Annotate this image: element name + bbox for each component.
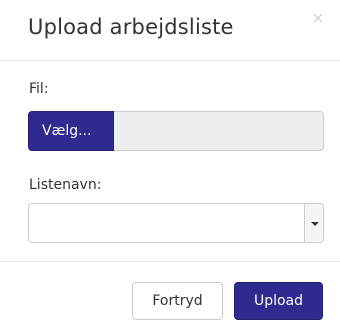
file-name-display: [114, 111, 324, 151]
close-button[interactable]: [310, 10, 326, 26]
dialog-header: Upload arbejdsliste: [0, 0, 340, 61]
list-name-dropdown-toggle[interactable]: [304, 203, 324, 243]
list-name-label: Listenavn:: [29, 177, 102, 193]
list-name-combobox: [28, 203, 324, 243]
file-picker: Vælg...: [28, 111, 324, 151]
dialog-title: Upload arbejdsliste: [28, 15, 234, 39]
dialog-footer: Fortryd Upload: [0, 261, 340, 320]
dialog-body: Fil: Vælg... Listenavn:: [0, 61, 340, 261]
close-icon: [310, 10, 326, 26]
list-name-input[interactable]: [28, 203, 305, 243]
upload-dialog: Upload arbejdsliste Fil: Vælg... Listena…: [0, 0, 340, 320]
choose-file-button[interactable]: Vælg...: [28, 111, 114, 151]
caret-down-icon: [311, 222, 319, 226]
upload-button[interactable]: Upload: [234, 282, 323, 320]
file-label: Fil:: [29, 81, 49, 97]
cancel-button[interactable]: Fortryd: [132, 282, 223, 320]
